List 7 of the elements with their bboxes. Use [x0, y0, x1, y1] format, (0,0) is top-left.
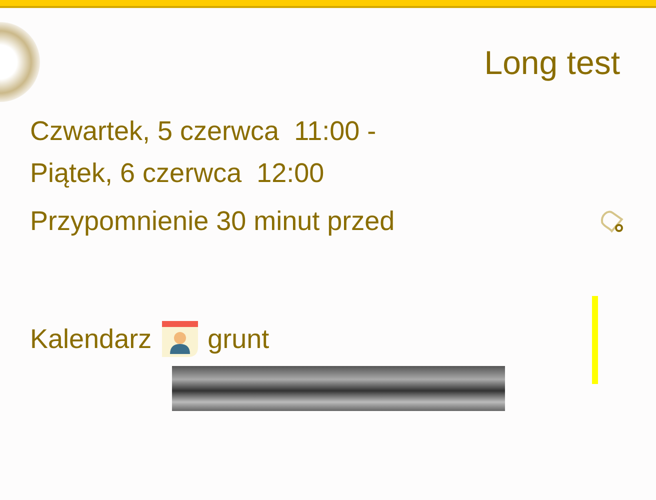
event-start: Czwartek, 5 czerwca 11:00 - [30, 115, 378, 148]
event-title: Long test [484, 44, 620, 82]
event-end: Piątek, 6 czerwca 12:00 [30, 157, 326, 190]
calendar-name: grunt [208, 323, 270, 356]
calendar-person-icon [162, 321, 198, 357]
calendar-label: Kalendarz [30, 323, 152, 356]
reminder-text: Przypomnienie 30 minut przed [30, 205, 395, 238]
